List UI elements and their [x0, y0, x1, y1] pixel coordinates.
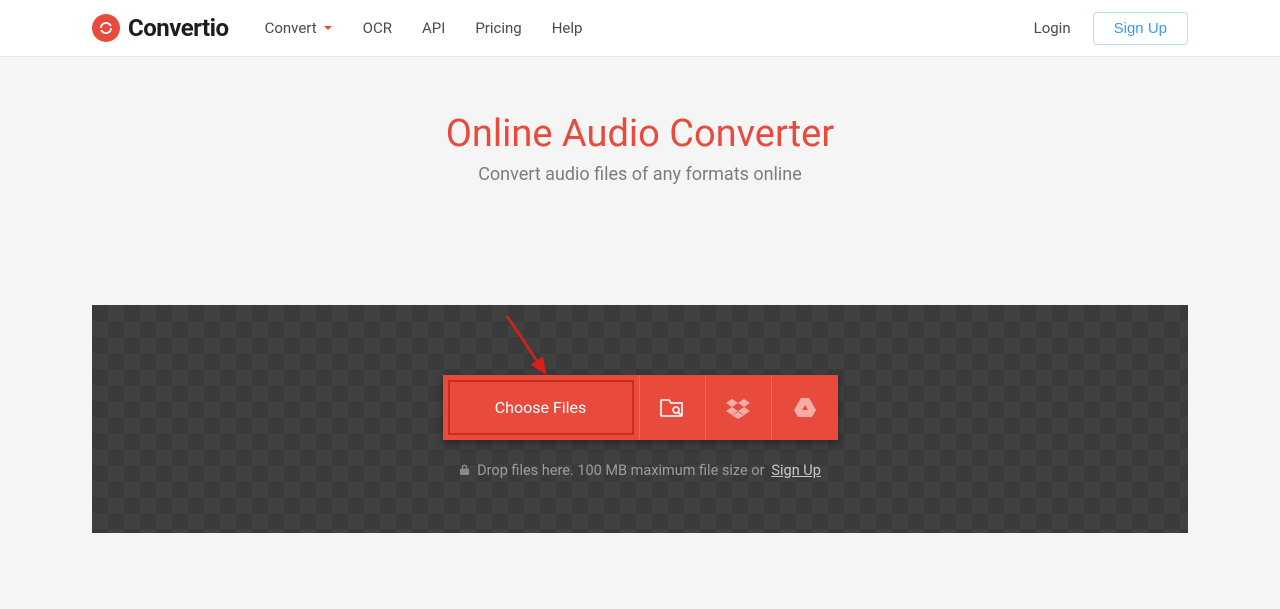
from-device-button[interactable]: [640, 375, 706, 440]
nav-api[interactable]: API: [422, 19, 445, 37]
page-title: Online Audio Converter: [0, 112, 1280, 156]
drop-note-signup-link[interactable]: Sign Up: [771, 462, 820, 479]
google-drive-icon: [794, 398, 816, 418]
upload-panel-container: Choose Files: [92, 305, 1188, 533]
primary-nav: Convert OCR API Pricing Help: [265, 19, 583, 37]
upload-strip: Choose Files: [443, 375, 838, 440]
folder-search-icon: [660, 397, 684, 419]
hero: Online Audio Converter Convert audio fil…: [0, 57, 1280, 185]
nav-ocr[interactable]: OCR: [363, 19, 392, 37]
nav-help[interactable]: Help: [552, 19, 583, 37]
brand-name: Convertio: [128, 14, 229, 42]
dropbox-icon: [726, 397, 750, 419]
brand[interactable]: Convertio: [92, 14, 229, 42]
chevron-down-icon: [323, 23, 333, 33]
from-google-drive-button[interactable]: [772, 375, 838, 440]
nav-pricing[interactable]: Pricing: [475, 19, 521, 37]
page-subtitle: Convert audio files of any formats onlin…: [0, 164, 1280, 185]
top-navbar: Convertio Convert OCR API Pricing Help L…: [0, 0, 1280, 57]
convertio-logo-icon: [92, 14, 120, 42]
login-link[interactable]: Login: [1034, 19, 1071, 37]
drop-note-text: Drop files here. 100 MB maximum file siz…: [477, 462, 764, 479]
lock-icon: [459, 462, 470, 479]
drop-note: Drop files here. 100 MB maximum file siz…: [459, 462, 821, 479]
choose-files-button[interactable]: Choose Files: [443, 375, 640, 440]
nav-convert-label: Convert: [265, 19, 317, 37]
auth-area: Login Sign Up: [1034, 12, 1188, 45]
nav-convert[interactable]: Convert: [265, 19, 333, 37]
signup-button[interactable]: Sign Up: [1093, 12, 1188, 45]
choose-files-label: Choose Files: [495, 398, 587, 417]
dropzone[interactable]: Choose Files: [92, 305, 1188, 533]
from-dropbox-button[interactable]: [706, 375, 772, 440]
